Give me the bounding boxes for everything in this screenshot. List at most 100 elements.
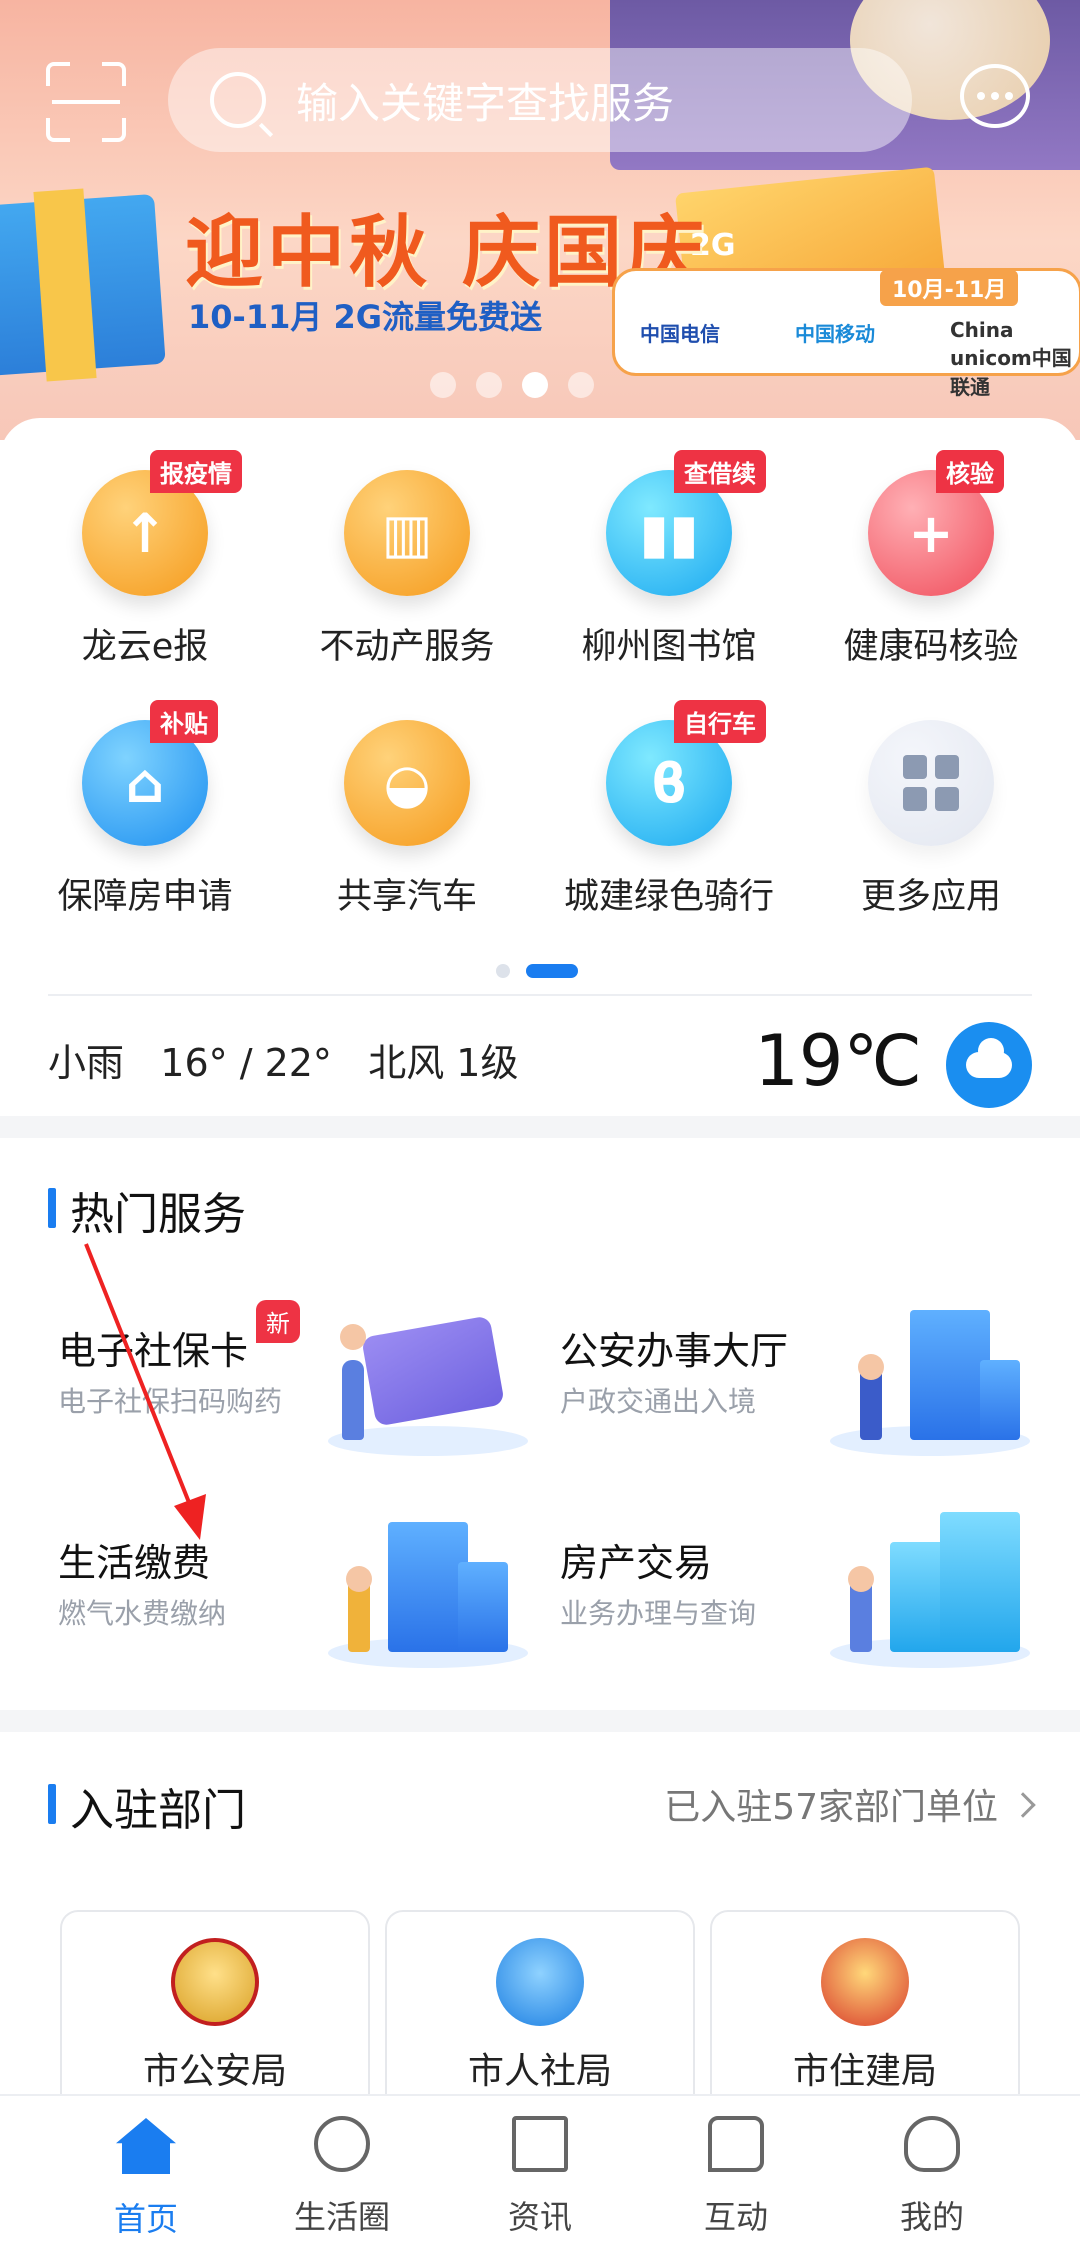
grid-item[interactable]: ↑ 报疫情龙云e报 <box>10 450 280 669</box>
department-card-police[interactable]: 市公安局 <box>60 1910 370 2110</box>
grid-item[interactable]: ⌂ 补贴保障房申请 <box>10 700 280 919</box>
banner-pagination <box>430 372 594 398</box>
grid-item-label: 健康码核验 <box>843 627 1019 667</box>
grid-item-label: 柳州图书馆 <box>581 627 757 667</box>
grid-item-label: 不动产服务 <box>319 627 495 667</box>
department-card-hr[interactable]: 市人社局 <box>385 1910 695 2110</box>
tab-label: 互动 <box>703 2198 768 2236</box>
message-icon[interactable] <box>960 64 1030 128</box>
banner-dot[interactable] <box>568 372 594 398</box>
grid-item[interactable]: ◒ 共享汽车 <box>272 720 542 919</box>
tab-news[interactable]: 资讯 <box>432 2112 648 2238</box>
bottom-tab-bar: 首页 生活圈 资讯 互动 我的 <box>0 2094 1080 2260</box>
grid-item-label: 共享汽车 <box>336 877 477 917</box>
service-property-trade[interactable]: 房产交易 业务办理与查询 <box>550 1512 1040 1702</box>
health-code-icon: + 核验 <box>868 450 1004 596</box>
carrier-telecom-logo: 中国电信 <box>640 322 720 346</box>
banner-subline: 10-11月 2G流量免费送 <box>188 292 542 338</box>
banner-dot[interactable] <box>476 372 502 398</box>
car-icon: ◒ <box>344 720 470 846</box>
grid-page-dot-active <box>526 964 578 978</box>
grid-item[interactable]: ϐ 自行车 城建绿色骑行 <box>534 700 804 919</box>
chevron-right-icon <box>1010 1792 1036 1818</box>
weather-range: 16° / 22° <box>160 1041 332 1085</box>
grid-item-badge: 补贴 <box>150 700 218 743</box>
tab-interaction[interactable]: 互动 <box>628 2112 844 2238</box>
new-badge: 新 <box>256 1300 300 1343</box>
hot-services-title: 热门服务 <box>48 1178 246 1242</box>
weather-condition: 小雨 <box>48 1041 125 1085</box>
grid-item-badge: 报疫情 <box>150 450 242 493</box>
department-name: 市住建局 <box>792 2051 937 2092</box>
service-title: 公安办事大厅 <box>560 1329 789 1373</box>
national-emblem-icon <box>821 1938 909 2026</box>
tab-mine[interactable]: 我的 <box>824 2112 1040 2238</box>
carrier-unicom-logo: China unicom中国联通 <box>950 318 1072 399</box>
chat-bubbles-icon <box>708 2116 764 2172</box>
department-name: 市公安局 <box>142 2051 287 2092</box>
banner-dot[interactable] <box>430 372 456 398</box>
grid-item[interactable]: + 核验健康码核验 <box>796 450 1066 669</box>
service-e-social-card[interactable]: 电子社保卡 电子社保扫码购药 新 <box>48 1300 538 1490</box>
service-subtitle: 业务办理与查询 <box>560 1597 757 1630</box>
department-card-housing[interactable]: 市住建局 <box>710 1910 1020 2110</box>
hr-logo-icon <box>496 1938 584 2026</box>
tab-label: 生活圈 <box>293 2198 390 2236</box>
more-apps-icon <box>868 720 994 846</box>
grid-item[interactable]: ▮▮ 查借续柳州图书馆 <box>534 450 804 669</box>
news-icon <box>512 2116 568 2172</box>
banner-subline-highlight: 2G流量免费送 <box>333 298 543 336</box>
carrier-mobile-logo: 中国移动 <box>795 322 875 346</box>
section-gap <box>0 1116 1080 1138</box>
grid-item[interactable]: 更多应用 <box>796 720 1066 919</box>
police-emblem-icon <box>171 1938 259 2026</box>
tab-home[interactable]: 首页 <box>38 2112 254 2240</box>
building-icon: ▥ <box>344 470 470 596</box>
weather-description: 小雨 16° / 22° 北风 1级 <box>48 1032 518 1087</box>
report-icon: ↑ 报疫情 <box>82 450 242 596</box>
service-utility-payment[interactable]: 生活缴费 燃气水费缴纳 <box>48 1512 538 1702</box>
tab-label: 资讯 <box>507 2198 572 2236</box>
search-input[interactable]: 输入关键字查找服务 <box>296 70 674 131</box>
departments-link[interactable]: 已入驻57家部门单位 <box>664 1778 1036 1830</box>
service-title: 电子社保卡 <box>58 1329 249 1373</box>
grid-item-label: 城建绿色骑行 <box>563 877 774 917</box>
books-icon: ▮▮ 查借续 <box>606 450 766 596</box>
departments-title: 入驻部门 <box>48 1774 246 1838</box>
banner-dot-active[interactable] <box>522 372 548 398</box>
search-icon <box>210 72 266 128</box>
banner-subline-prefix: 10-11月 <box>188 298 334 336</box>
grid-item-label: 更多应用 <box>860 877 1001 917</box>
service-subtitle: 电子社保扫码购药 <box>58 1385 283 1418</box>
house-hand-icon: ⌂ 补贴 <box>82 700 218 846</box>
department-name: 市人社局 <box>467 2051 612 2092</box>
grid-pagination <box>496 964 578 978</box>
grid-page-dot <box>496 964 510 978</box>
service-subtitle: 燃气水费缴纳 <box>58 1597 227 1630</box>
banner-date-tag: 10月-11月 <box>880 270 1019 306</box>
scan-icon[interactable] <box>46 62 126 142</box>
tab-life-circle[interactable]: 生活圈 <box>234 2112 450 2238</box>
search-bar[interactable]: 输入关键字查找服务 <box>168 48 912 152</box>
grid-item-label: 保障房申请 <box>57 877 233 917</box>
tab-label: 首页 <box>113 2200 178 2238</box>
weather-wind: 北风 1级 <box>368 1041 519 1085</box>
grid-item-badge: 查借续 <box>674 450 766 493</box>
promo-banner[interactable]: 2G 迎中秋 庆国庆 10-11月 2G流量免费送 10月-11月 中国电信 中… <box>0 0 1080 440</box>
service-subtitle: 户政交通出入境 <box>560 1385 757 1418</box>
weather-temperature: 19℃ <box>754 1020 922 1102</box>
rain-cloud-icon <box>946 1022 1032 1108</box>
grid-item[interactable]: ▥ 不动产服务 <box>272 470 542 669</box>
grid-item-label: 龙云e报 <box>81 627 209 667</box>
grid-item-badge: 核验 <box>936 450 1004 493</box>
tab-label: 我的 <box>899 2198 964 2236</box>
divider <box>48 994 1032 996</box>
user-icon <box>904 2116 960 2172</box>
social-card-illustration <box>328 1306 528 1456</box>
weather-strip[interactable]: 小雨 16° / 22° 北风 1级 19℃ <box>48 1020 1032 1110</box>
departments-link-text: 已入驻57家部门单位 <box>664 1787 998 1828</box>
service-title: 生活缴费 <box>58 1541 211 1585</box>
service-police-hall[interactable]: 公安办事大厅 户政交通出入境 <box>550 1300 1040 1490</box>
service-title: 房产交易 <box>560 1541 713 1585</box>
planet-icon <box>314 2116 370 2172</box>
